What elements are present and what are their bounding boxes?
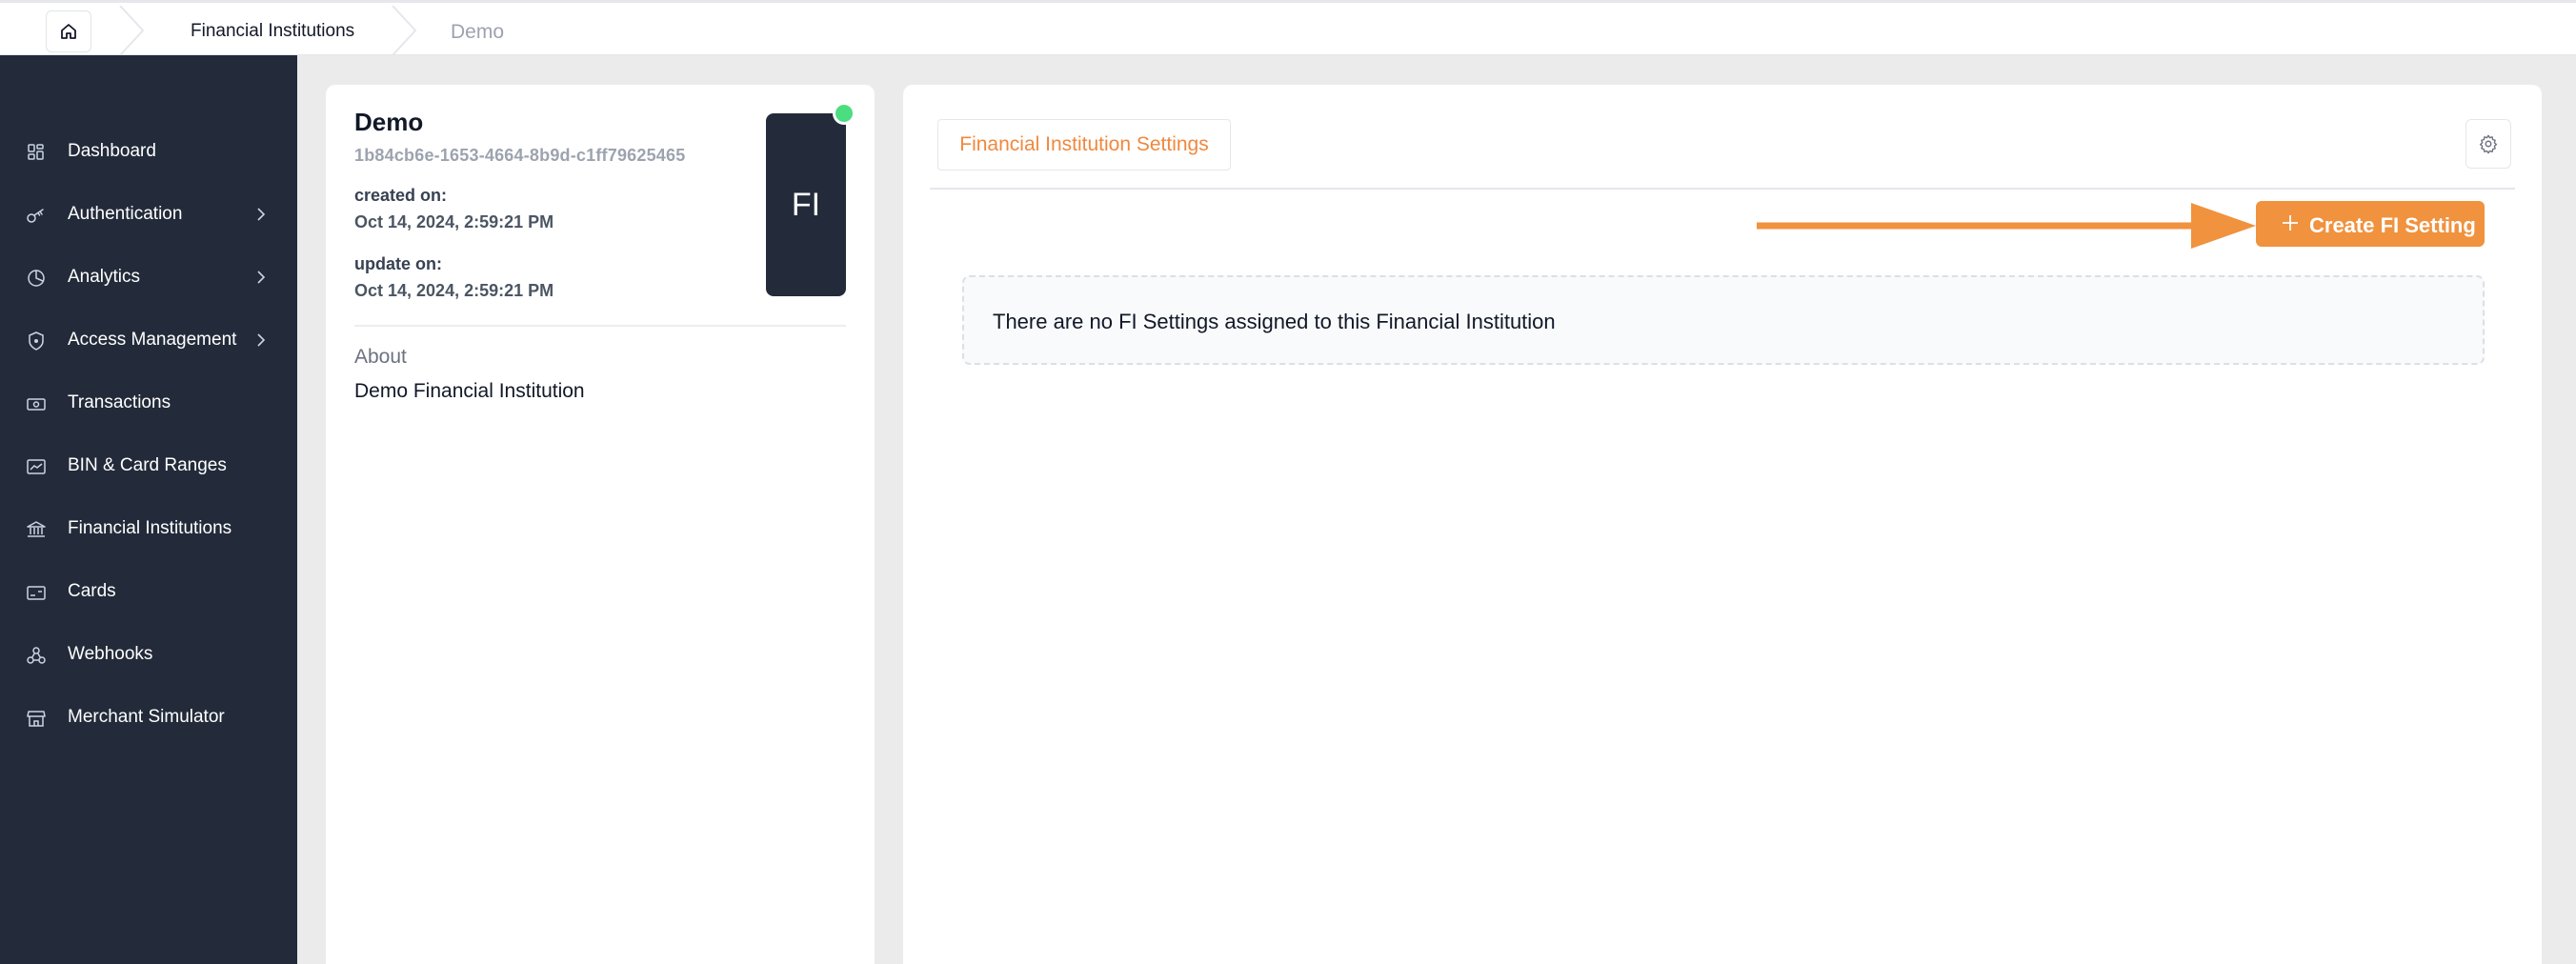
pie-chart-icon <box>28 270 45 287</box>
sidebar-item-authentication[interactable]: Authentication <box>0 188 297 241</box>
breadcrumb: Financial Institutions Demo <box>0 0 2576 55</box>
sidebar-item-label: Analytics <box>68 267 141 287</box>
home-button[interactable] <box>46 10 91 52</box>
chevron-right-icon <box>257 333 266 347</box>
institution-id: 1b84cb6e-1653-4664-8b9d-c1ff79625465 <box>354 146 686 165</box>
settings-button[interactable] <box>2465 119 2511 169</box>
institution-name: Demo <box>354 108 424 136</box>
breadcrumb-current-page: Demo <box>451 21 505 43</box>
create-button-label: Create FI Setting <box>2309 213 2476 237</box>
divider <box>930 188 2515 190</box>
breadcrumb-separator-icon <box>119 6 145 55</box>
sidebar-item-label: Webhooks <box>68 644 153 664</box>
updated-on-value: Oct 14, 2024, 2:59:21 PM <box>354 281 554 300</box>
sidebar: Dashboard Authentication Analytics Acces… <box>0 55 297 964</box>
banknote-icon <box>27 398 46 411</box>
sidebar-item-label: Authentication <box>68 204 183 224</box>
institution-detail-card: Demo 1b84cb6e-1653-4664-8b9d-c1ff7962546… <box>326 85 875 964</box>
created-on-label: created on: <box>354 186 448 205</box>
sidebar-item-label: Merchant Simulator <box>68 707 225 727</box>
sidebar-item-transactions[interactable]: Transactions <box>0 376 297 430</box>
sidebar-item-cards[interactable]: Cards <box>0 565 297 618</box>
card-icon <box>27 586 46 600</box>
webhook-icon <box>27 647 46 664</box>
institution-avatar: FI <box>766 113 846 296</box>
about-value: Demo Financial Institution <box>354 380 585 402</box>
sidebar-item-bin-card-ranges[interactable]: BIN & Card Ranges <box>0 439 297 492</box>
create-fi-setting-button[interactable]: Create FI Setting <box>2256 201 2485 247</box>
sidebar-item-financial-institutions[interactable]: Financial Institutions <box>0 502 297 555</box>
dashboard-icon <box>28 144 44 160</box>
sidebar-item-access-management[interactable]: Access Management <box>0 313 297 367</box>
sidebar-item-label: Transactions <box>68 392 171 412</box>
settings-panel: Financial Institution Settings Create FI… <box>903 85 2542 964</box>
key-icon <box>27 209 44 223</box>
updated-on-label: update on: <box>354 254 442 273</box>
sidebar-item-label: Financial Institutions <box>68 518 232 538</box>
sidebar-item-label: Cards <box>68 581 116 601</box>
avatar-initials: FI <box>791 186 821 223</box>
empty-state-message: There are no FI Settings assigned to thi… <box>993 310 1556 333</box>
sidebar-item-webhooks[interactable]: Webhooks <box>0 628 297 681</box>
chevron-right-icon <box>257 208 266 221</box>
gear-icon <box>2479 134 2498 154</box>
bank-icon <box>27 521 46 537</box>
tab-label: Financial Institution Settings <box>959 133 1209 155</box>
sidebar-item-analytics[interactable]: Analytics <box>0 251 297 304</box>
sidebar-item-label: BIN & Card Ranges <box>68 455 227 475</box>
card-chart-icon <box>27 459 46 474</box>
store-icon <box>27 711 46 727</box>
sidebar-item-merchant-simulator[interactable]: Merchant Simulator <box>0 691 297 744</box>
sidebar-item-label: Dashboard <box>68 141 156 161</box>
sidebar-item-label: Access Management <box>68 330 237 350</box>
shield-icon <box>29 331 44 351</box>
breadcrumb-separator-icon <box>392 6 417 55</box>
status-indicator <box>833 102 855 125</box>
chevron-right-icon <box>257 271 266 284</box>
created-on-value: Oct 14, 2024, 2:59:21 PM <box>354 212 554 231</box>
plus-icon <box>2283 215 2298 231</box>
empty-state: There are no FI Settings assigned to thi… <box>962 275 2485 365</box>
tab-financial-institution-settings[interactable]: Financial Institution Settings <box>937 119 1231 171</box>
about-label: About <box>354 346 407 368</box>
sidebar-item-dashboard[interactable]: Dashboard <box>0 125 297 178</box>
home-icon <box>61 24 76 39</box>
annotation-arrow-icon <box>1757 203 2256 249</box>
divider <box>354 325 846 327</box>
breadcrumb-financial-institutions[interactable]: Financial Institutions <box>191 21 354 42</box>
